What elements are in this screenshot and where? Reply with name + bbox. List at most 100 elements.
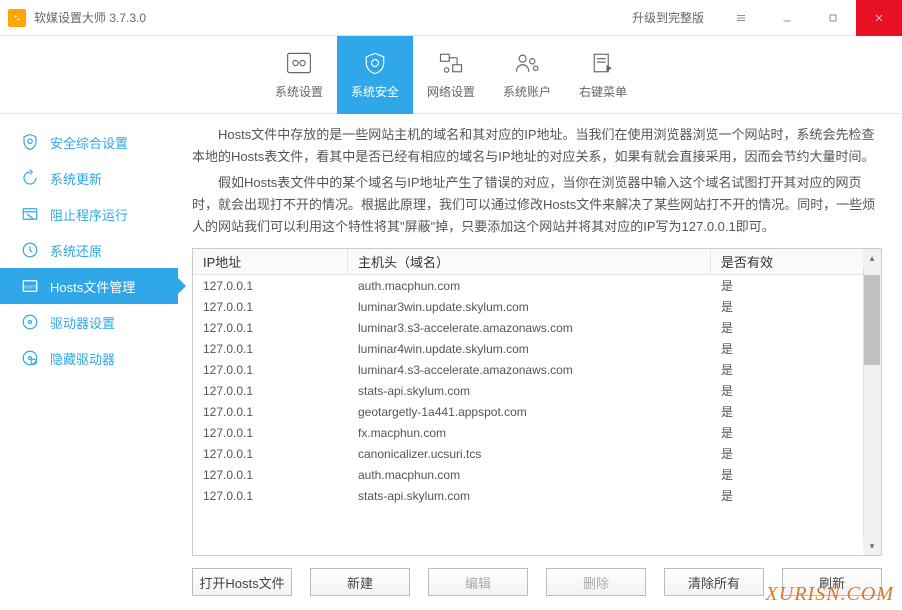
- cell-host: luminar4win.update.skylum.com: [348, 338, 711, 359]
- cell-ip: 127.0.0.1: [193, 275, 348, 296]
- cell-enabled: 是: [711, 380, 881, 401]
- cell-ip: 127.0.0.1: [193, 338, 348, 359]
- scrollbar-thumb[interactable]: [864, 275, 880, 365]
- sidebar-item-block-programs[interactable]: 阻止程序运行: [0, 196, 178, 232]
- cell-enabled: 是: [711, 443, 881, 464]
- sidebar-item-label: 系统更新: [50, 169, 102, 188]
- cell-ip: 127.0.0.1: [193, 317, 348, 338]
- new-button[interactable]: 新建: [310, 568, 410, 596]
- sidebar-item-label: 安全综合设置: [50, 133, 128, 152]
- cell-host: luminar4.s3-accelerate.amazonaws.com: [348, 359, 711, 380]
- button-bar: 打开Hosts文件 新建 编辑 删除 清除所有 刷新: [192, 556, 882, 610]
- menu-button[interactable]: [718, 0, 764, 36]
- cell-host: stats-api.skylum.com: [348, 380, 711, 401]
- tab-label: 系统安全: [351, 83, 399, 100]
- cell-host: luminar3win.update.skylum.com: [348, 296, 711, 317]
- cell-ip: 127.0.0.1: [193, 401, 348, 422]
- col-header-host[interactable]: 主机头（域名）: [348, 249, 711, 274]
- cell-host: auth.macphun.com: [348, 464, 711, 485]
- cell-host: geotargetly-1a441.appspot.com: [348, 401, 711, 422]
- cell-enabled: 是: [711, 275, 881, 296]
- scroll-up-icon[interactable]: ▴: [863, 249, 881, 267]
- edit-button: 编辑: [428, 568, 528, 596]
- svg-text:HOSTS: HOSTS: [22, 284, 38, 289]
- hosts-table: IP地址 主机头（域名） 是否有效 127.0.0.1auth.macphun.…: [192, 248, 882, 556]
- cell-host: luminar3.s3-accelerate.amazonaws.com: [348, 317, 711, 338]
- cell-enabled: 是: [711, 422, 881, 443]
- table-row[interactable]: 127.0.0.1canonicalizer.ucsuri.tcs是: [193, 443, 881, 464]
- sidebar-item-label: 驱动器设置: [50, 313, 115, 332]
- cell-enabled: 是: [711, 338, 881, 359]
- col-header-ip[interactable]: IP地址: [193, 249, 348, 274]
- clear-all-button[interactable]: 清除所有: [664, 568, 764, 596]
- tab-system-accounts[interactable]: 系统账户: [489, 36, 565, 114]
- tab-system-settings[interactable]: 系统设置: [261, 36, 337, 114]
- cell-host: fx.macphun.com: [348, 422, 711, 443]
- shield-gear-icon: [21, 133, 39, 151]
- table-row[interactable]: 127.0.0.1luminar3.s3-accelerate.amazonaw…: [193, 317, 881, 338]
- tab-system-security[interactable]: 系统安全: [337, 36, 413, 114]
- table-row[interactable]: 127.0.0.1auth.macphun.com是: [193, 275, 881, 296]
- table-row[interactable]: 127.0.0.1luminar3win.update.skylum.com是: [193, 296, 881, 317]
- cell-enabled: 是: [711, 464, 881, 485]
- cell-enabled: 是: [711, 401, 881, 422]
- refresh-button[interactable]: 刷新: [782, 568, 882, 596]
- titlebar: 软媒设置大师 3.7.3.0 升级到完整版: [0, 0, 902, 36]
- cell-host: canonicalizer.ucsuri.tcs: [348, 443, 711, 464]
- maximize-button[interactable]: [810, 0, 856, 36]
- users-icon: [513, 50, 541, 76]
- minimize-button[interactable]: [764, 0, 810, 36]
- table-body[interactable]: 127.0.0.1auth.macphun.com是127.0.0.1lumin…: [193, 275, 881, 555]
- sidebar-item-hosts-manage[interactable]: HOSTS Hosts文件管理: [0, 268, 178, 304]
- app-title: 软媒设置大师 3.7.3.0: [34, 9, 618, 26]
- cell-ip: 127.0.0.1: [193, 359, 348, 380]
- table-row[interactable]: 127.0.0.1auth.macphun.com是: [193, 464, 881, 485]
- close-button[interactable]: [856, 0, 902, 36]
- table-row[interactable]: 127.0.0.1stats-api.skylum.com是: [193, 380, 881, 401]
- content-pane: Hosts文件中存放的是一些网站主机的域名和其对应的IP地址。当我们在使用浏览器…: [178, 114, 902, 610]
- drive-icon: [21, 313, 39, 331]
- blocked-window-icon: [21, 205, 39, 223]
- scrollbar[interactable]: ▴ ▾: [863, 249, 881, 555]
- hosts-icon: HOSTS: [21, 277, 39, 295]
- app-icon: [8, 9, 26, 27]
- col-header-enabled[interactable]: 是否有效: [711, 249, 881, 274]
- tab-context-menu[interactable]: 右键菜单: [565, 36, 641, 114]
- table-row[interactable]: 127.0.0.1stats-api.skylum.com是: [193, 485, 881, 506]
- cell-ip: 127.0.0.1: [193, 422, 348, 443]
- sidebar-item-label: 阻止程序运行: [50, 205, 128, 224]
- sidebar-item-hide-drives[interactable]: 隐藏驱动器: [0, 340, 178, 376]
- table-row[interactable]: 127.0.0.1fx.macphun.com是: [193, 422, 881, 443]
- sidebar-item-label: Hosts文件管理: [50, 277, 135, 296]
- cell-host: stats-api.skylum.com: [348, 485, 711, 506]
- cell-ip: 127.0.0.1: [193, 464, 348, 485]
- context-menu-icon: [589, 50, 617, 76]
- delete-button: 删除: [546, 568, 646, 596]
- tab-network-settings[interactable]: 网络设置: [413, 36, 489, 114]
- cell-ip: 127.0.0.1: [193, 485, 348, 506]
- sidebar-item-system-update[interactable]: 系统更新: [0, 160, 178, 196]
- sidebar-item-drive-settings[interactable]: 驱动器设置: [0, 304, 178, 340]
- cell-host: auth.macphun.com: [348, 275, 711, 296]
- tab-label: 系统设置: [275, 83, 323, 100]
- description-paragraph: Hosts文件中存放的是一些网站主机的域名和其对应的IP地址。当我们在使用浏览器…: [192, 124, 882, 168]
- cell-ip: 127.0.0.1: [193, 380, 348, 401]
- cell-enabled: 是: [711, 296, 881, 317]
- sidebar-item-label: 隐藏驱动器: [50, 349, 115, 368]
- cell-ip: 127.0.0.1: [193, 296, 348, 317]
- shield-icon: [361, 50, 389, 76]
- table-row[interactable]: 127.0.0.1geotargetly-1a441.appspot.com是: [193, 401, 881, 422]
- sidebar: 安全综合设置 系统更新 阻止程序运行 系统还原 HOSTS Hosts文件管理 驱…: [0, 114, 178, 610]
- upgrade-link[interactable]: 升级到完整版: [618, 9, 718, 26]
- cell-ip: 127.0.0.1: [193, 443, 348, 464]
- table-row[interactable]: 127.0.0.1luminar4.s3-accelerate.amazonaw…: [193, 359, 881, 380]
- description-paragraph: 假如Hosts表文件中的某个域名与IP地址产生了错误的对应，当你在浏览器中输入这…: [192, 172, 882, 238]
- restore-icon: [21, 241, 39, 259]
- refresh-icon: [21, 169, 39, 187]
- gears-window-icon: [285, 50, 313, 76]
- table-row[interactable]: 127.0.0.1luminar4win.update.skylum.com是: [193, 338, 881, 359]
- open-hosts-button[interactable]: 打开Hosts文件: [192, 568, 292, 596]
- scroll-down-icon[interactable]: ▾: [863, 537, 881, 555]
- sidebar-item-system-restore[interactable]: 系统还原: [0, 232, 178, 268]
- sidebar-item-security-general[interactable]: 安全综合设置: [0, 124, 178, 160]
